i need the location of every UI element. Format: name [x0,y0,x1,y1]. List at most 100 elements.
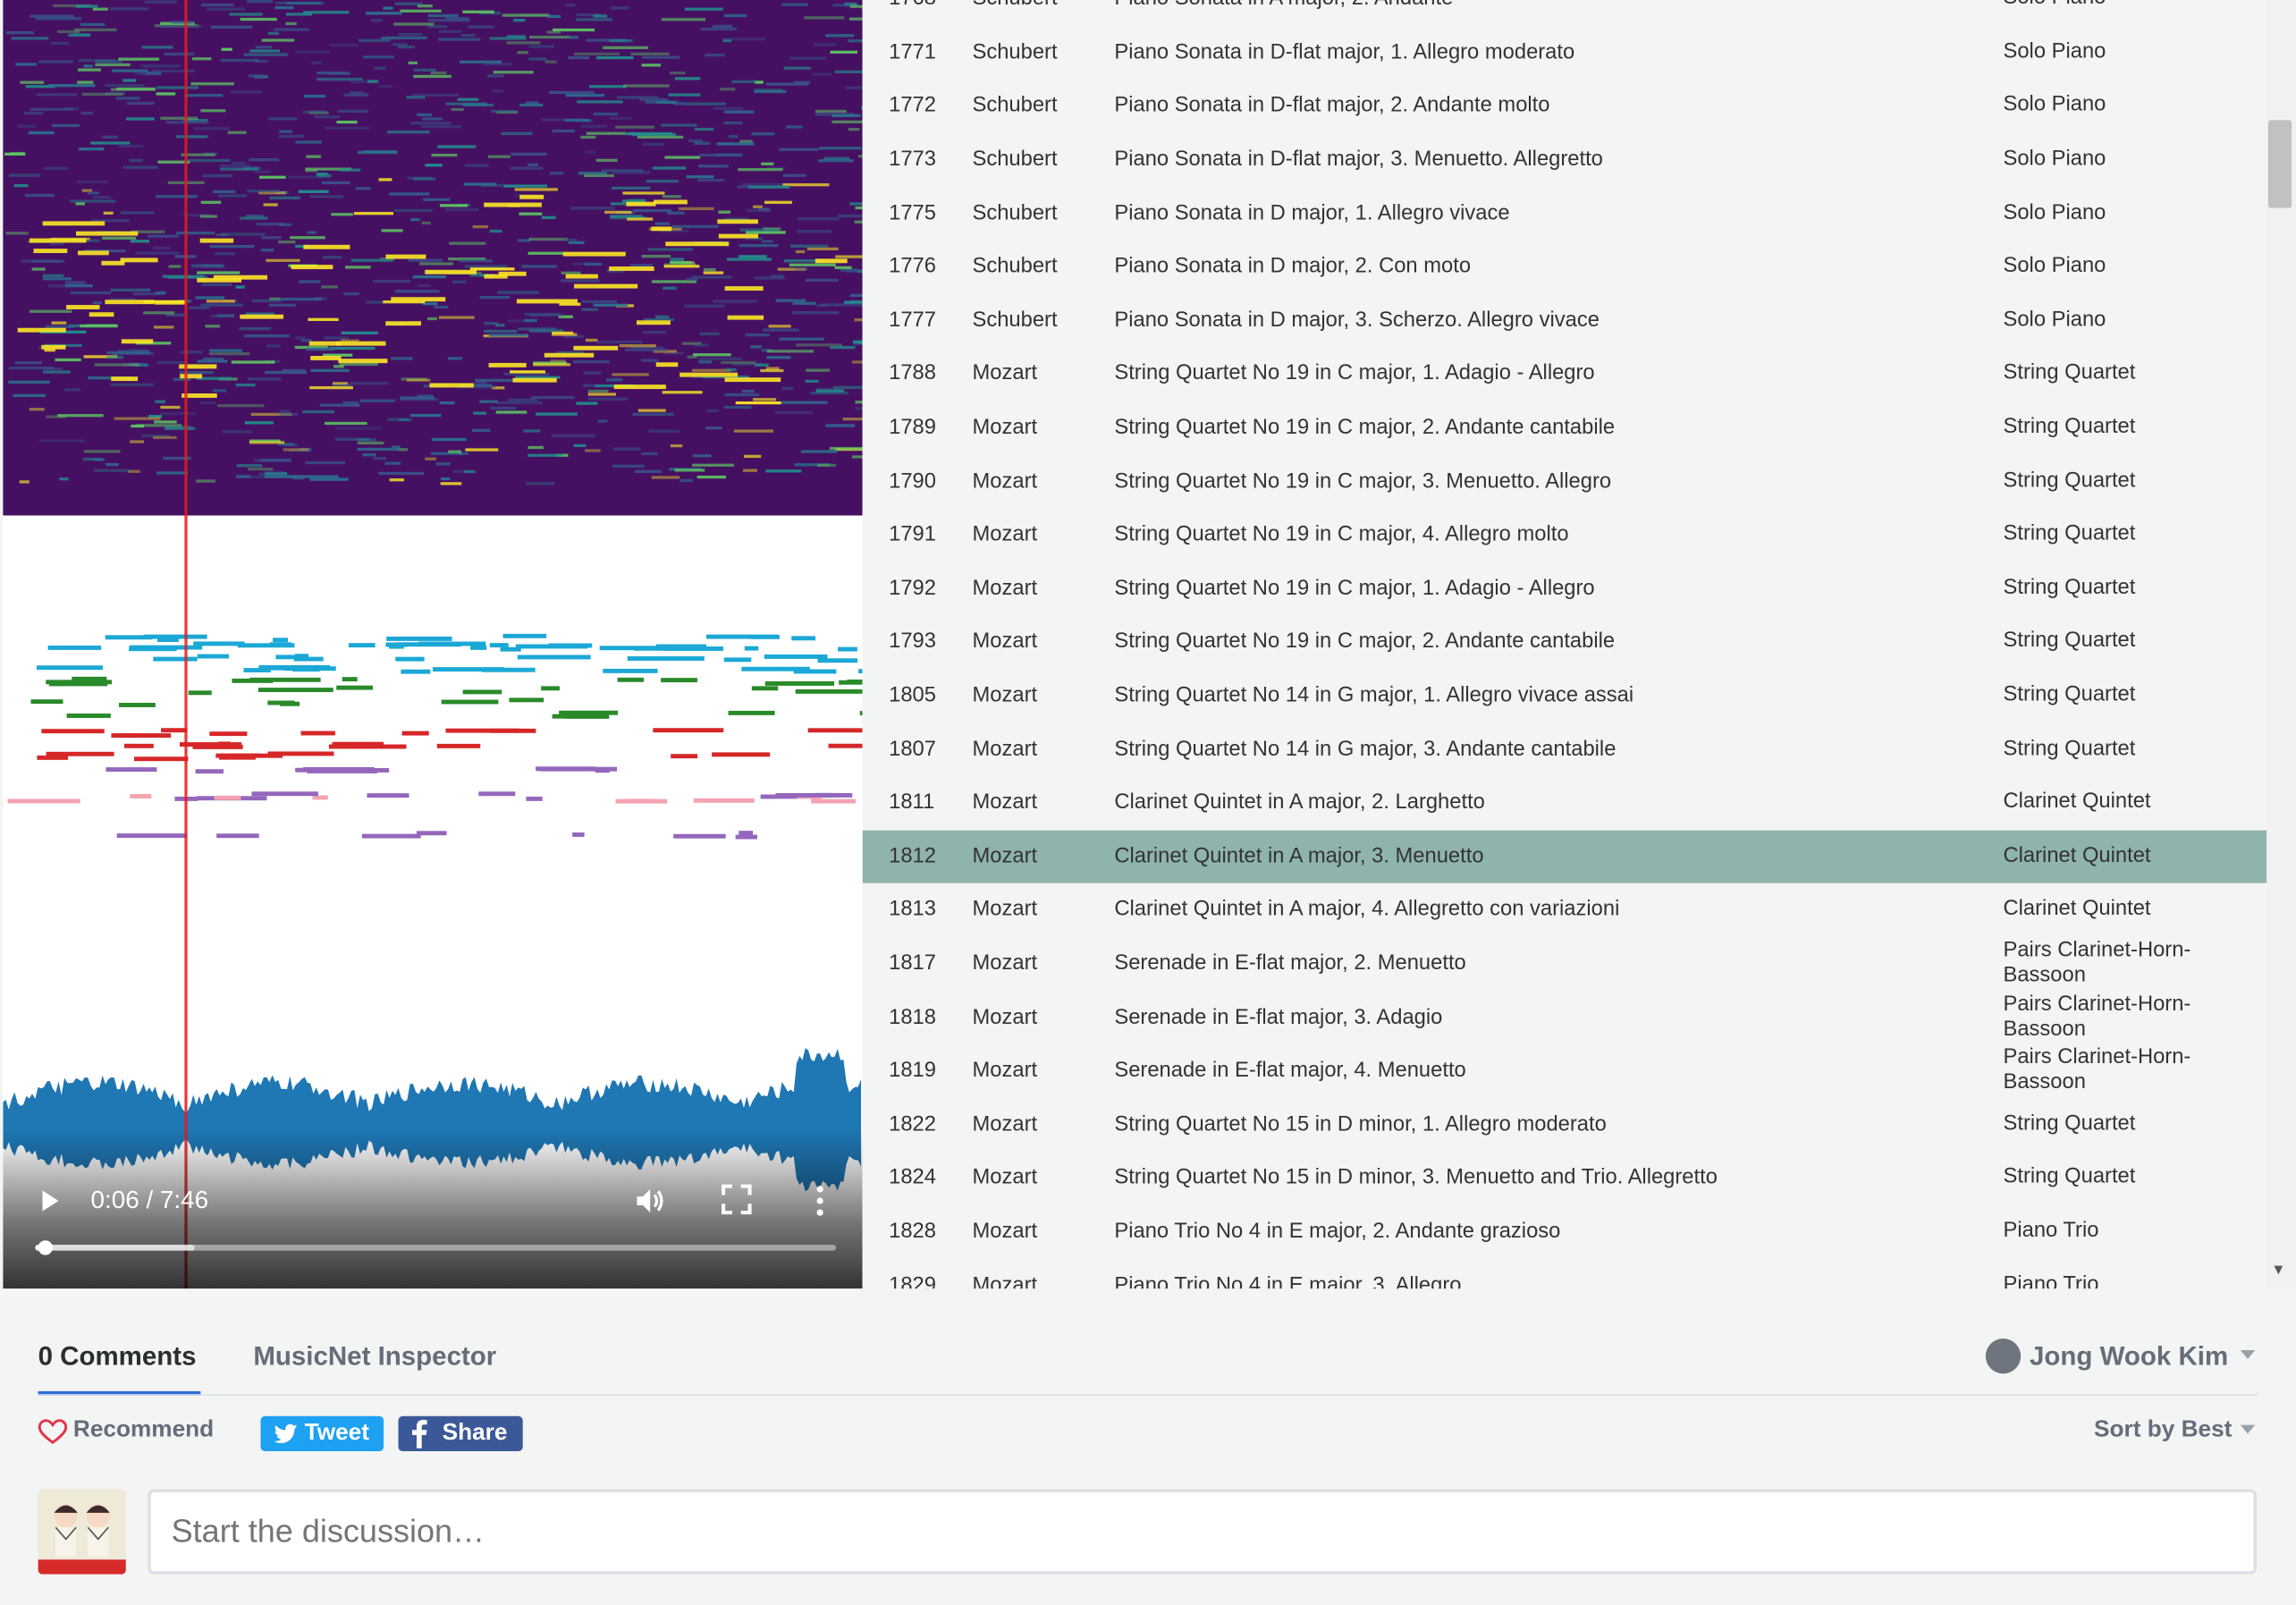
spectrogram-peak [18,328,66,333]
track-row[interactable]: 1777SchubertPiano Sonata in D major, 3. … [863,294,2267,348]
piano-roll-note [258,688,333,692]
spectrogram-band [652,476,680,478]
track-row[interactable]: 1805MozartString Quartet No 14 in G majo… [863,669,2267,722]
spectrogram-band [529,45,554,47]
twitter-icon [273,1416,299,1451]
spectrogram-band [627,217,653,220]
spectrogram-band [518,327,556,330]
track-row[interactable]: 1822MozartString Quartet No 15 in D mino… [863,1098,2267,1152]
piano-roll-note [209,731,247,736]
spectrogram-band [806,368,830,371]
spectrogram-band [806,279,839,282]
track-row[interactable]: 1793MozartString Quartet No 19 in C majo… [863,615,2267,669]
spectrogram-band [464,470,476,473]
user-menu[interactable]: Jong Wook Kim [2030,1341,2228,1372]
spectrogram-band [77,181,108,183]
spectrogram-band [428,19,470,21]
tweet-button[interactable]: Tweet [261,1416,384,1451]
track-row[interactable]: 1824MozartString Quartet No 15 in D mino… [863,1152,2267,1205]
spectrogram-band [400,10,441,13]
share-button[interactable]: Share [398,1416,522,1451]
scrollbar-thumb[interactable] [2268,120,2292,207]
track-row[interactable]: 1790MozartString Quartet No 19 in C majo… [863,454,2267,508]
track-row[interactable]: 1813MozartClarinet Quintet in A major, 4… [863,883,2267,937]
spectrogram-band [419,262,453,265]
track-ensemble: Clarinet Quintet [2004,790,2238,815]
tab-community[interactable]: MusicNet Inspector [253,1341,496,1372]
spectrogram-band [610,215,643,217]
user-avatar-icon[interactable] [1986,1339,2021,1373]
track-row[interactable]: 1812MozartClarinet Quintet in A major, 3… [863,830,2267,883]
spectrogram-band [501,132,532,135]
spectrogram-band [531,396,574,399]
tab-comments[interactable]: 0 Comments [38,1341,197,1372]
track-id: 1768 [889,0,936,11]
spectrogram-band [261,236,281,239]
volume-icon[interactable] [633,1183,668,1218]
spectrogram-band [528,252,564,255]
spectrogram-band [584,174,614,177]
seek-bar[interactable] [35,1245,836,1251]
track-row[interactable]: 1817MozartSerenade in E-flat major, 2. M… [863,937,2267,991]
spectrogram-band [783,174,806,177]
spectrogram-band [767,350,814,352]
spectrogram-band [686,278,697,281]
sort-dropdown[interactable]: Sort by Best [2094,1417,2232,1443]
piano-roll-note [134,756,188,761]
piano-roll-note [216,833,259,838]
spectrogram-band [835,255,862,258]
comment-input[interactable] [148,1490,2256,1575]
track-id: 1775 [889,202,936,225]
track-row[interactable]: 1773SchubertPiano Sonata in D-flat major… [863,133,2267,187]
spectrogram-band [314,115,340,118]
track-ensemble: Solo Piano [2004,94,2238,119]
track-row[interactable]: 1828MozartPiano Trio No 4 in E major, 2.… [863,1205,2267,1259]
scroll-down-arrow-icon[interactable]: ▼ [2270,1263,2288,1280]
spectrogram-band [663,195,681,198]
seek-buffered [35,1245,195,1251]
track-row[interactable]: 1818MozartSerenade in E-flat major, 3. A… [863,991,2267,1044]
piano-roll-note [117,833,188,838]
spectrogram-band [110,7,149,10]
track-row[interactable]: 1789MozartString Quartet No 19 in C majo… [863,401,2267,454]
chevron-down-icon[interactable] [2241,1425,2255,1434]
track-row[interactable]: 1776SchubertPiano Sonata in D major, 2. … [863,241,2267,294]
spectrogram-band [55,359,81,361]
fullscreen-icon[interactable] [721,1183,753,1215]
spectrogram-band [528,454,562,457]
spectrogram-band [148,235,179,238]
track-row[interactable]: 1788MozartString Quartet No 19 in C majo… [863,347,2267,401]
piano-roll-note [161,728,187,732]
track-row[interactable]: 1771SchubertPiano Sonata in D-flat major… [863,26,2267,80]
spectrogram-band [371,19,383,21]
recommend-button[interactable]: Recommend [73,1417,214,1443]
spectrogram-band [561,272,581,275]
track-row[interactable]: 1792MozartString Quartet No 19 in C majo… [863,562,2267,615]
track-row[interactable]: 1811MozartClarinet Quintet in A major, 2… [863,776,2267,830]
piano-roll-note [267,701,294,705]
track-row[interactable]: 1819MozartSerenade in E-flat major, 4. M… [863,1044,2267,1098]
spectrogram-band [675,77,700,80]
spectrogram-band [743,183,782,186]
heart-icon[interactable] [38,1419,68,1445]
track-row[interactable]: 1829MozartPiano Trio No 4 in E major, 3.… [863,1259,2267,1289]
play-icon[interactable] [35,1187,64,1216]
track-composer: Mozart [972,362,1037,385]
more-vertical-icon[interactable] [806,1183,832,1218]
spectrogram-band [528,57,547,60]
spectrogram-band [356,187,371,190]
spectrogram-band [643,331,666,334]
track-row[interactable]: 1772SchubertPiano Sonata in D-flat major… [863,80,2267,133]
spectrogram-band [706,410,718,412]
chevron-down-icon[interactable] [2241,1350,2255,1359]
spectrogram-band [160,117,198,120]
spectrogram-band [102,237,136,240]
track-row[interactable]: 1768SchubertPiano Sonata in A major, 2. … [863,0,2267,26]
spectrogram-band [720,88,735,90]
spectrogram-band [439,316,475,318]
spectrogram-band [588,393,616,395]
track-row[interactable]: 1807MozartString Quartet No 14 in G majo… [863,722,2267,776]
spectrogram-band [755,276,785,279]
track-row[interactable]: 1775SchubertPiano Sonata in D major, 1. … [863,187,2267,241]
track-row[interactable]: 1791MozartString Quartet No 19 in C majo… [863,508,2267,562]
